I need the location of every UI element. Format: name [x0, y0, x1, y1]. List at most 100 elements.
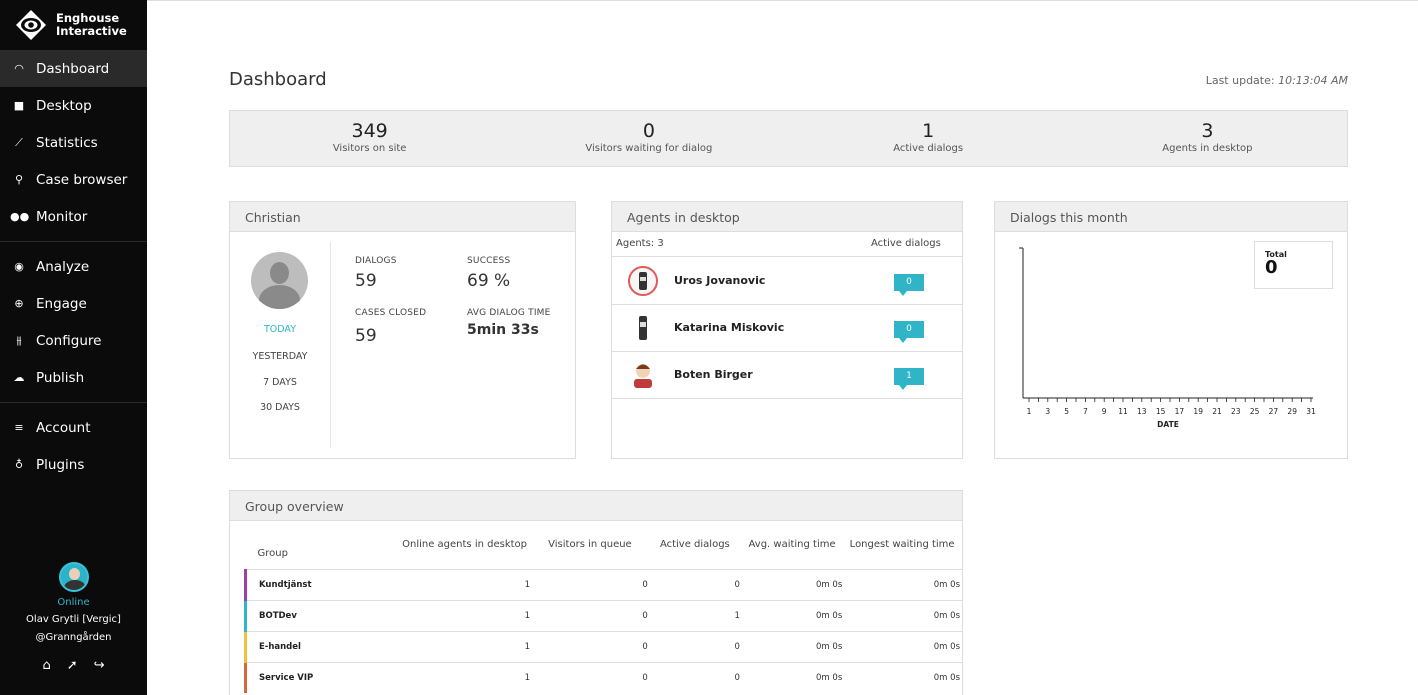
x-tick-label: 15	[1156, 407, 1166, 416]
sliders-icon: ⫵	[16, 333, 22, 347]
x-tick-label: 29	[1287, 407, 1297, 416]
active-dialogs-cell: 0	[649, 630, 742, 662]
cloud-icon: ☁	[13, 371, 25, 384]
agent-dialog-count: 0	[894, 321, 924, 343]
x-tick-label: 31	[1306, 407, 1316, 416]
table-row[interactable]: E-handel 1 0 0 0m 0s 0m 0s	[244, 630, 962, 662]
col-group: Group	[257, 547, 288, 559]
x-tick-label: 19	[1193, 407, 1203, 416]
brand-logo[interactable]: Enghouse Interactive	[0, 0, 147, 50]
col-online-agents: Online agents in desktop	[402, 539, 528, 551]
table-row[interactable]: BOTDev 1 0 1 0m 0s 0m 0s	[244, 599, 962, 631]
table-header-row: Group Online agents in desktop Visitors …	[246, 521, 963, 569]
active-dialogs-column: Active dialogs	[871, 238, 941, 249]
panel-title: Group overview	[230, 491, 962, 521]
cases-closed-label: CASES CLOSED	[355, 308, 427, 318]
sidebar-item-label: Configure	[36, 332, 102, 349]
x-tick-label: 13	[1137, 407, 1147, 416]
agent-avatar	[628, 313, 658, 343]
page-title: Dashboard	[229, 69, 327, 90]
active-dialogs-cell: 1	[649, 599, 742, 631]
visitors-queue-cell: 0	[532, 661, 650, 693]
sidebar-item-statistics[interactable]: ⟋ Statistics	[0, 124, 147, 161]
agent-name: Uros Jovanovic	[674, 274, 766, 287]
x-axis-label: DATE	[1157, 420, 1179, 429]
sidebar-item-configure[interactable]: ⫵ Configure	[0, 322, 147, 359]
last-update-label: Last update:	[1205, 74, 1275, 87]
dialogs-value: 59	[355, 271, 377, 291]
target-icon: ⊕	[14, 297, 24, 310]
x-tick-label: 23	[1231, 407, 1241, 416]
sidebar-item-analyze[interactable]: ◉ Analyze	[0, 248, 147, 285]
divider	[330, 242, 331, 448]
online-agents-cell: 1	[399, 599, 533, 631]
agents-panel: Agents in desktop Agents: 3 Active dialo…	[611, 201, 963, 459]
longest-waiting-cell: 0m 0s	[844, 568, 962, 600]
online-agents-cell: 1	[399, 630, 533, 662]
success-label: SUCCESS	[467, 256, 511, 266]
agent-avatar	[628, 360, 658, 390]
x-tick-label: 3	[1045, 407, 1050, 416]
nav-divider	[0, 241, 147, 242]
search-icon: ⚲	[14, 173, 24, 186]
period-30-days[interactable]: 30 DAYS	[230, 402, 330, 413]
stat-visitors-waiting: 0 Visitors waiting for dialog	[509, 111, 788, 166]
visitors-queue-cell: 0	[532, 630, 650, 662]
group-name: BOTDev	[244, 599, 400, 631]
enghouse-logo-icon	[14, 8, 48, 42]
agents-header: Agents: 3 Active dialogs	[612, 233, 962, 257]
sidebar-item-label: Statistics	[36, 134, 98, 151]
period-yesterday[interactable]: YESTERDAY	[230, 351, 330, 362]
sidebar-item-dashboard[interactable]: ◠ Dashboard	[0, 50, 147, 87]
stat-value: 3	[1201, 120, 1214, 142]
longest-waiting-cell: 0m 0s	[844, 599, 962, 631]
agent-row[interactable]: Boten Birger 1	[612, 352, 962, 399]
stat-label: Visitors waiting for dialog	[585, 143, 713, 154]
logout-icon[interactable]: ↪	[94, 658, 105, 673]
brand-name-line2: Interactive	[56, 24, 127, 38]
x-tick-label: 7	[1083, 407, 1088, 416]
panel-title: Christian	[230, 202, 575, 232]
chat-icon: ■	[13, 99, 25, 112]
sidebar-item-label: Account	[36, 419, 91, 436]
table-row[interactable]: Service VIP 1 0 0 0m 0s 0m 0s	[244, 661, 962, 693]
sidebar-item-label: Case browser	[36, 171, 128, 188]
sidebar-item-plugins[interactable]: ♁ Plugins	[0, 446, 147, 483]
sidebar-item-account[interactable]: ≡ Account	[0, 409, 147, 446]
avg-waiting-cell: 0m 0s	[741, 568, 845, 600]
agent-row[interactable]: Uros Jovanovic 0	[612, 258, 962, 305]
period-7-days[interactable]: 7 DAYS	[230, 377, 330, 388]
sidebar-item-label: Plugins	[36, 456, 85, 473]
stat-agents-in-desktop: 3 Agents in desktop	[1068, 111, 1347, 166]
stat-active-dialogs: 1 Active dialogs	[789, 111, 1068, 166]
sidebar-item-monitor[interactable]: ●● Monitor	[0, 198, 147, 235]
online-agents-cell: 1	[399, 661, 533, 693]
nav-divider	[0, 402, 147, 403]
longest-waiting-cell: 0m 0s	[844, 630, 962, 662]
eye-icon: ◉	[14, 260, 24, 273]
home-icon[interactable]: ⌂	[42, 658, 50, 673]
agent-name: Boten Birger	[674, 368, 753, 381]
agents-count: Agents: 3	[616, 238, 664, 249]
sidebar-item-engage[interactable]: ⊕ Engage	[0, 285, 147, 322]
x-tick-label: 5	[1064, 407, 1069, 416]
avg-dialog-time-value: 5min 33s	[467, 322, 539, 338]
last-update-time: 10:13:04 AM	[1278, 74, 1348, 87]
table-row[interactable]: Kundtjänst 1 0 0 0m 0s 0m 0s	[244, 568, 962, 600]
period-today[interactable]: TODAY	[230, 324, 330, 335]
user-name: Olav Grytli [Vergic]	[26, 614, 121, 625]
sidebar-item-desktop[interactable]: ■ Desktop	[0, 87, 147, 124]
x-tick-label: 27	[1269, 407, 1279, 416]
sidebar-item-case-browser[interactable]: ⚲ Case browser	[0, 161, 147, 198]
agent-avatar	[628, 266, 658, 296]
sidebar-item-publish[interactable]: ☁ Publish	[0, 359, 147, 396]
user-avatar[interactable]	[58, 562, 89, 592]
agent-row[interactable]: Katarina Miskovic 0	[612, 305, 962, 352]
visitors-queue-cell: 0	[532, 568, 650, 600]
user-block: Online Olav Grytli [Vergic] @Granngården…	[0, 562, 147, 673]
user-status: Online	[57, 597, 90, 608]
arrow-icon[interactable]: ➚	[67, 658, 78, 673]
dialogs-month-panel: Dialogs this month Total 0 1 3 5 7 9 11 13 15 17…	[994, 201, 1348, 459]
col-visitors-queue: Visitors in queue	[548, 539, 632, 551]
sidebar-item-label: Publish	[36, 369, 85, 386]
